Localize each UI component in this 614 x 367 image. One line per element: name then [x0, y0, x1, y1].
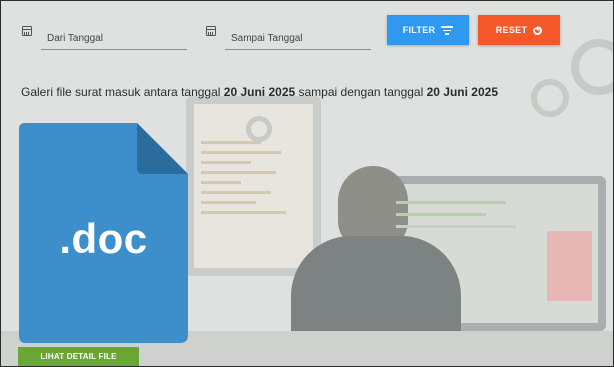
date-to-field[interactable]: Sampai Tanggal — [205, 25, 371, 51]
reset-button[interactable]: RESET — [478, 15, 560, 45]
date-from-label: Dari Tanggal — [47, 33, 103, 44]
calendar-icon — [206, 26, 216, 36]
refresh-icon — [531, 24, 544, 36]
filter-button[interactable]: FILTER — [387, 15, 469, 45]
gear-icon — [246, 116, 272, 142]
date-from-field[interactable]: Dari Tanggal — [21, 25, 187, 51]
gear-icon — [571, 39, 613, 95]
gear-icon — [531, 79, 569, 117]
gallery-panel: Dari Tanggal Sampai Tanggal FILTER RESET… — [0, 0, 614, 367]
reset-button-label: RESET — [495, 25, 528, 35]
filter-icon — [441, 26, 454, 35]
date-from-underline — [41, 49, 187, 50]
filter-button-label: FILTER — [402, 25, 436, 35]
caption-prefix: Galeri file surat masuk antara tanggal — [21, 85, 224, 99]
date-to-underline — [225, 49, 371, 50]
file-extension-label: .doc — [59, 215, 148, 262]
calendar-icon — [22, 26, 32, 36]
date-to-label: Sampai Tanggal — [231, 33, 303, 44]
doc-file-icon[interactable]: .doc — [19, 123, 188, 343]
caption-end-date: 20 Juni 2025 — [426, 85, 498, 99]
caption-middle: sampai dengan tanggal — [295, 85, 427, 99]
gallery-caption: Galeri file surat masuk antara tanggal 2… — [21, 85, 498, 99]
caption-start-date: 20 Juni 2025 — [223, 85, 296, 99]
view-file-detail-button[interactable]: LIHAT DETAIL FILE — [18, 347, 139, 366]
